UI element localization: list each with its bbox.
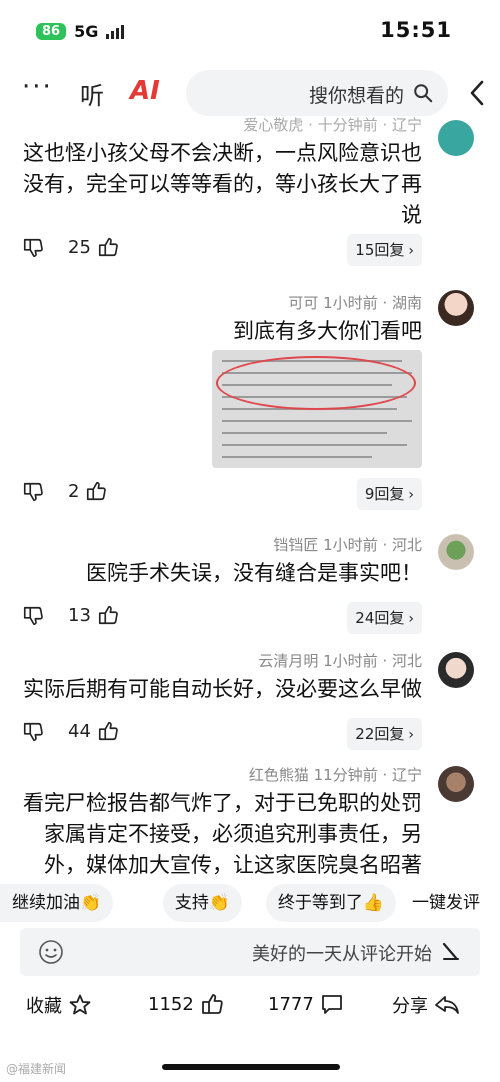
comment-text: 实际后期有可能自动长好，没必要这么早做	[23, 677, 422, 701]
share-icon	[435, 996, 459, 1014]
battery-indicator: 86	[36, 23, 67, 40]
chevron-right-icon: ›	[408, 487, 414, 503]
replies-button[interactable]: 22回复 ›	[347, 718, 422, 750]
avatar[interactable]	[438, 290, 474, 326]
comment-icon	[321, 995, 342, 1014]
dislike-icon[interactable]	[22, 480, 44, 504]
comment-text: 这也怪小孩父母不会决断，一点风险意识也没有，完全可以等等看的，等小孩长大了再说	[23, 141, 422, 227]
status-bar: 86 5G 15:51	[0, 0, 500, 62]
comment-meta: 云清月明 1小时前 · 河北	[258, 652, 422, 670]
replies-count: 9回复	[364, 485, 405, 503]
quick-reply-chip[interactable]: 终于等到了👍	[265, 884, 396, 922]
comment-item: 可可 1小时前 · 湖南 到底有多大你们看吧 2 9回复 ›	[0, 288, 500, 518]
replies-count: 22回复	[355, 725, 405, 743]
chevron-right-icon: ›	[408, 243, 414, 259]
comment-actions: 25 15回复 ›	[20, 234, 422, 268]
like-button[interactable]: 25	[68, 236, 119, 258]
avatar[interactable]	[438, 534, 474, 570]
dislike-icon[interactable]	[22, 720, 44, 744]
thumb-up-icon	[201, 994, 223, 1014]
comment-input[interactable]: 美好的一天从评论开始	[20, 928, 480, 976]
more-icon[interactable]: ···	[22, 72, 53, 102]
highlight-circle	[216, 356, 416, 410]
comment-item: 爱心敬虎 · 十分钟前 · 辽宁 这也怪小孩父母不会决断，一点风险意识也没有，完…	[0, 116, 500, 272]
like-button[interactable]: 44	[68, 720, 119, 742]
like-count: 25	[68, 236, 91, 258]
avatar[interactable]	[438, 766, 474, 802]
comment-text: 到底有多大你们看吧	[233, 319, 422, 343]
one-tap-comment-label[interactable]: 一键发评	[412, 884, 480, 922]
comment-text: 医院手术失误，没有缝合是事实吧！	[86, 561, 422, 585]
thumb-up-icon	[98, 721, 118, 741]
like-count: 2	[68, 480, 80, 502]
comment-photo[interactable]	[212, 350, 422, 468]
like-button[interactable]: 13	[68, 604, 119, 626]
quick-reply-chip[interactable]: 支持👏	[162, 884, 242, 922]
comment-meta: 红色熊猫 11分钟前 · 辽宁	[248, 766, 422, 784]
ai-button[interactable]: AI	[130, 76, 160, 106]
network-type: 5G	[74, 22, 99, 41]
star-icon	[69, 994, 91, 1015]
listen-button[interactable]: 听	[80, 76, 104, 111]
search-bar[interactable]: 搜你想看的	[186, 70, 448, 116]
thumb-up-icon	[98, 605, 118, 625]
like-count: 13	[68, 604, 91, 626]
comment-actions: 44 22回复 ›	[20, 718, 422, 752]
chevron-right-icon: ›	[408, 611, 414, 627]
replies-button[interactable]: 24回复 ›	[347, 602, 422, 634]
comment-meta: 铛铛匠 1小时前 · 河北	[273, 536, 422, 554]
quick-reply-chips: 一键发评 终于等到了👍 支持👏 继续加油👏	[0, 884, 500, 924]
dislike-icon[interactable]	[22, 236, 44, 260]
avatar[interactable]	[438, 652, 474, 688]
signal-icon	[106, 24, 125, 39]
status-indicators: 86 5G	[36, 22, 125, 41]
like-post-button[interactable]: 1152	[148, 992, 224, 1016]
bottom-action-bar: 收藏 1152 1777 分享	[0, 990, 500, 1030]
comment-item: 云清月明 1小时前 · 河北 实际后期有可能自动长好，没必要这么早做 44 22…	[0, 646, 500, 756]
replies-button[interactable]: 9回复 ›	[356, 478, 422, 510]
input-placeholder: 美好的一天从评论开始	[252, 944, 432, 965]
favorite-button[interactable]: 收藏	[26, 992, 92, 1018]
comment-item: 铛铛匠 1小时前 · 河北 医院手术失误，没有缝合是事实吧！ 13 24回复 ›	[0, 532, 500, 642]
share-button[interactable]: 分享	[392, 992, 460, 1018]
like-count: 44	[68, 720, 91, 742]
status-time: 15:51	[380, 18, 452, 42]
comment-text: 看完尸检报告都气炸了，对于已免职的处罚家属肯定不接受，必须追究刑事责任，另外，媒…	[23, 791, 422, 877]
avatar[interactable]	[438, 120, 474, 156]
home-indicator[interactable]	[162, 1064, 340, 1070]
comment-meta: 可可 1小时前 · 湖南	[288, 294, 422, 312]
thumb-up-icon	[87, 481, 107, 501]
post-like-count: 1152	[148, 993, 194, 1015]
favorite-label: 收藏	[26, 996, 62, 1017]
pencil-icon	[442, 942, 459, 960]
comments-button[interactable]: 1777	[268, 992, 344, 1016]
share-label: 分享	[392, 996, 428, 1017]
replies-count: 24回复	[355, 609, 405, 627]
thumb-up-icon	[98, 237, 118, 257]
replies-count: 15回复	[355, 241, 405, 259]
quick-reply-chip[interactable]: 继续加油👏	[0, 884, 114, 922]
back-icon[interactable]	[466, 78, 492, 108]
search-icon	[414, 84, 433, 103]
comment-meta: 爱心敬虎 · 十分钟前 · 辽宁	[243, 116, 422, 134]
watermark: @福建新闻	[6, 1062, 67, 1076]
comment-item: 红色熊猫 11分钟前 · 辽宁 看完尸检报告都气炸了，对于已免职的处罚家属肯定不…	[0, 762, 500, 882]
comment-actions: 13 24回复 ›	[20, 602, 422, 636]
like-button[interactable]: 2	[68, 480, 107, 502]
replies-button[interactable]: 15回复 ›	[347, 234, 422, 266]
search-input[interactable]: 搜你想看的	[309, 81, 404, 108]
dislike-icon[interactable]	[22, 604, 44, 628]
comment-actions: 2 9回复 ›	[20, 478, 422, 512]
emoji-icon[interactable]	[38, 939, 64, 965]
comment-count: 1777	[268, 993, 314, 1015]
chevron-right-icon: ›	[408, 727, 414, 743]
